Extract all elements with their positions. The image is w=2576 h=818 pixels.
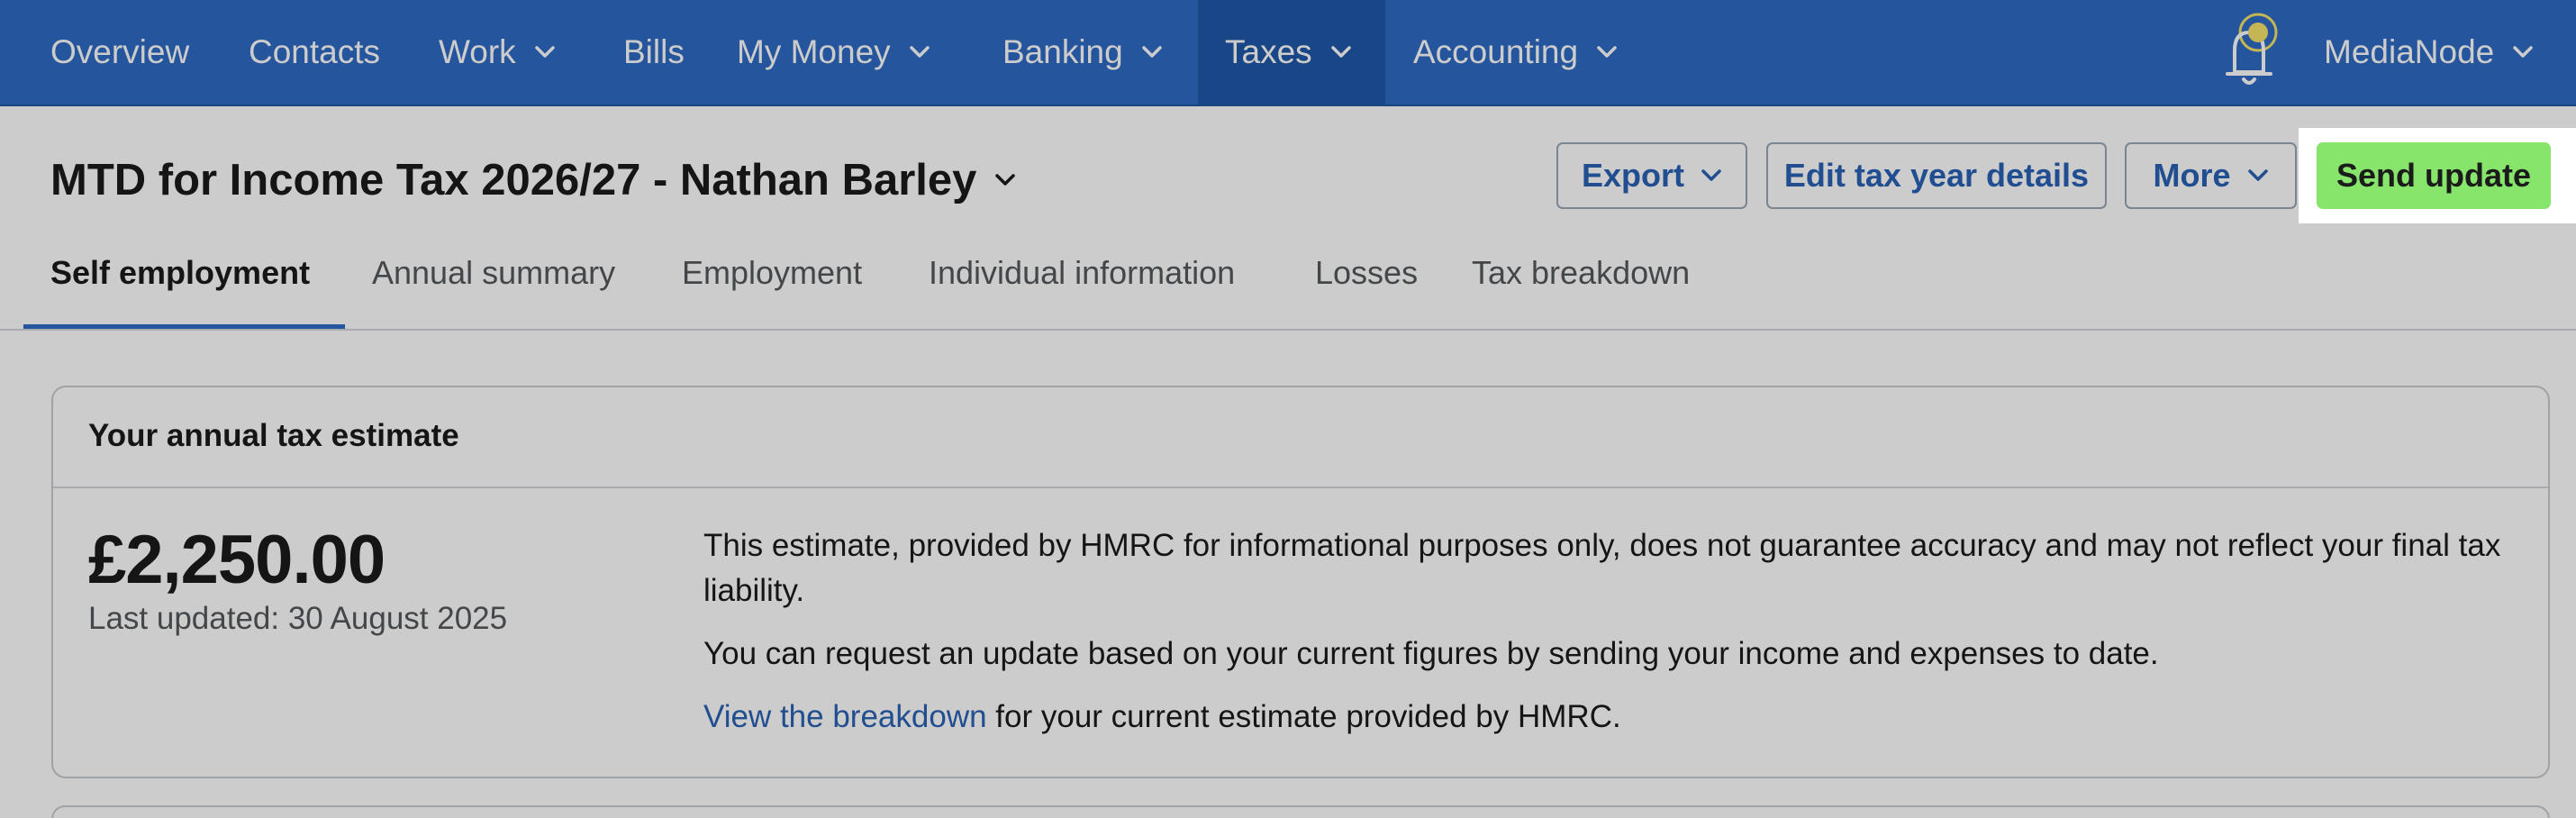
send-update-button[interactable]: Send update bbox=[2317, 142, 2551, 209]
send-update-label: Send update bbox=[2336, 157, 2532, 194]
dim-overlay-top bbox=[0, 0, 2576, 128]
dim-overlay-left bbox=[0, 128, 2299, 223]
dim-overlay-bottom bbox=[0, 223, 2576, 818]
